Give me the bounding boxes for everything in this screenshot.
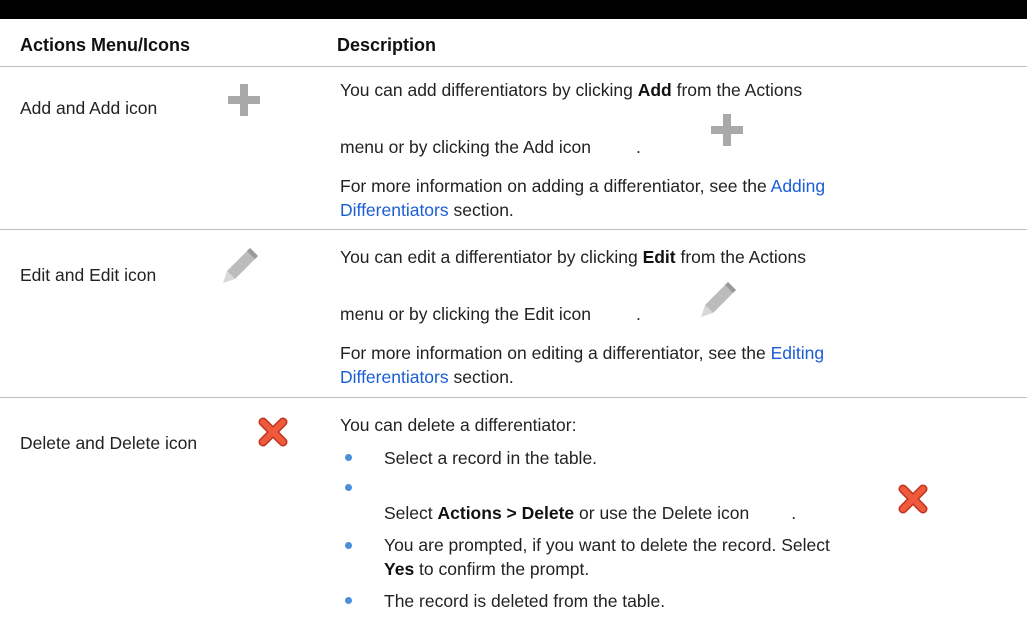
header-divider	[0, 66, 1027, 67]
action-label-edit: Edit and Edit icon	[20, 265, 157, 285]
edit-info-line2: Differentiators section.	[340, 367, 514, 387]
header-actions-menu-icons: Actions Menu/Icons	[20, 35, 191, 55]
bullet-dot	[345, 484, 352, 491]
add-description-line2: menu or by clicking the Add icon.	[340, 137, 641, 157]
edit-description-line1: You can edit a differentiator by clickin…	[340, 247, 806, 267]
delete-x-icon-inline	[898, 484, 928, 514]
bullet-dot	[345, 454, 352, 461]
add-info-line1: For more information on adding a differe…	[340, 176, 826, 196]
delete-bullet-1: Select a record in the table.	[384, 448, 598, 468]
pencil-icon-inline	[701, 282, 736, 317]
edit-description-line2: menu or by clicking the Edit icon.	[340, 304, 641, 324]
row-divider-1	[0, 229, 1027, 230]
action-label-add: Add and Add icon	[20, 98, 158, 118]
delete-bullet-3-line1: You are prompted, if you want to delete …	[384, 535, 830, 555]
editing-differentiators-link[interactable]: Editing	[771, 343, 825, 363]
action-label-delete: Delete and Delete icon	[20, 433, 198, 453]
bullet-dot	[345, 597, 352, 604]
bullet-dot	[345, 542, 352, 549]
adding-differentiators-link[interactable]: Adding	[771, 176, 826, 196]
delete-bullet-2: Select Actions > Delete or use the Delet…	[384, 503, 797, 523]
add-icon	[228, 84, 260, 116]
add-description-line1: You can add differentiators by clicking …	[340, 80, 803, 100]
adding-differentiators-link-cont[interactable]: Differentiators	[340, 200, 449, 220]
editing-differentiators-link-cont[interactable]: Differentiators	[340, 367, 449, 387]
delete-bullet-3-line2: Yes to confirm the prompt.	[384, 559, 590, 579]
pencil-icon	[223, 248, 258, 283]
delete-intro: You can delete a differentiator:	[340, 415, 577, 435]
header-description: Description	[337, 35, 437, 55]
top-border-bar	[0, 0, 1027, 19]
edit-info-line1: For more information on editing a differ…	[340, 343, 825, 363]
row-divider-2	[0, 397, 1027, 398]
delete-bullet-4: The record is deleted from the table.	[384, 591, 666, 611]
add-info-line2: Differentiators section.	[340, 200, 514, 220]
delete-x-icon	[258, 417, 288, 447]
add-icon-inline	[711, 114, 743, 146]
